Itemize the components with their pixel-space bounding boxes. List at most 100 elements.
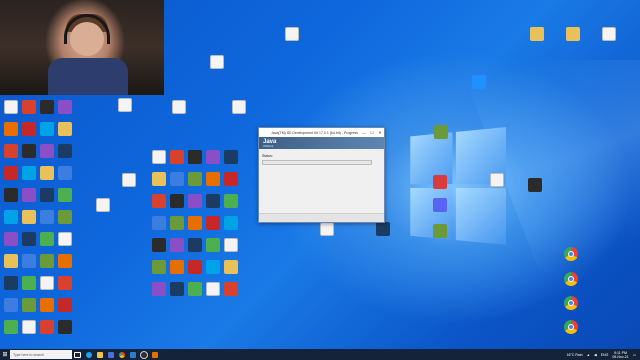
desktop-shortcut-icon[interactable] <box>22 254 36 268</box>
desktop-shortcut-icon[interactable] <box>22 144 36 158</box>
java-file-icon[interactable] <box>210 55 224 69</box>
folder-icon[interactable] <box>530 27 544 41</box>
desktop-shortcut-icon[interactable] <box>4 144 18 158</box>
desktop-shortcut-icon[interactable] <box>22 188 36 202</box>
desktop-shortcut-icon[interactable] <box>170 172 184 186</box>
desktop-shortcut-icon[interactable] <box>58 100 72 114</box>
java-file-icon[interactable] <box>96 198 110 212</box>
desktop-shortcut-icon[interactable] <box>170 260 184 274</box>
clock[interactable]: 9:11 PM 05-Nov-21 <box>612 351 628 359</box>
desktop-shortcut-icon[interactable] <box>224 238 238 252</box>
network-icon[interactable]: ▲ <box>587 353 590 357</box>
desktop-shortcut-icon[interactable] <box>170 194 184 208</box>
dialog-titlebar[interactable]: Java(TM) SE Development Kit 17.0.1 (64-b… <box>259 128 384 137</box>
rocket-icon[interactable] <box>433 175 447 189</box>
folder-icon[interactable] <box>566 27 580 41</box>
desktop-shortcut-icon[interactable] <box>58 210 72 224</box>
chat-app-icon[interactable] <box>472 75 486 89</box>
chrome-icon[interactable] <box>116 349 127 360</box>
mail-icon[interactable] <box>127 349 138 360</box>
desktop-shortcut-icon[interactable] <box>152 260 166 274</box>
java-file-icon[interactable] <box>602 27 616 41</box>
close-button[interactable]: ✕ <box>376 128 384 137</box>
discord-icon[interactable] <box>433 198 447 212</box>
java-file-icon[interactable] <box>285 27 299 41</box>
desktop-shortcut-icon[interactable] <box>206 238 220 252</box>
desktop-shortcut-icon[interactable] <box>188 260 202 274</box>
desktop-shortcut-icon[interactable] <box>58 276 72 290</box>
desktop-shortcut-icon[interactable] <box>40 100 54 114</box>
desktop-shortcut-icon[interactable] <box>4 254 18 268</box>
notification-icon[interactable]: ▭ <box>633 353 636 357</box>
desktop-shortcut-icon[interactable] <box>4 210 18 224</box>
desktop-shortcut-icon[interactable] <box>40 254 54 268</box>
desktop-shortcut-icon[interactable] <box>40 320 54 334</box>
desktop-shortcut-icon[interactable] <box>58 166 72 180</box>
desktop-shortcut-icon[interactable] <box>40 122 54 136</box>
desktop-shortcut-icon[interactable] <box>58 232 72 246</box>
java-installer-icon[interactable] <box>149 349 160 360</box>
desktop-shortcut-icon[interactable] <box>188 282 202 296</box>
desktop-shortcut-icon[interactable] <box>4 122 18 136</box>
desktop-shortcut-icon[interactable] <box>224 194 238 208</box>
desktop-shortcut-icon[interactable] <box>188 238 202 252</box>
language-indicator[interactable]: ENG <box>601 353 609 357</box>
maximize-button[interactable]: ☐ <box>368 128 376 137</box>
desktop-shortcut-icon[interactable] <box>22 166 36 180</box>
minimize-button[interactable]: — <box>360 128 368 137</box>
java-file-icon[interactable] <box>122 173 136 187</box>
java-file-icon[interactable] <box>232 100 246 114</box>
desktop-shortcut-icon[interactable] <box>152 216 166 230</box>
desktop-shortcut-icon[interactable] <box>188 150 202 164</box>
desktop-shortcut-icon[interactable] <box>58 122 72 136</box>
desktop-shortcut-icon[interactable] <box>22 298 36 312</box>
desktop-shortcut-icon[interactable] <box>22 210 36 224</box>
steam-icon[interactable] <box>376 222 390 236</box>
desktop-shortcut-icon[interactable] <box>22 100 36 114</box>
store-icon[interactable] <box>105 349 116 360</box>
file-explorer-icon[interactable] <box>94 349 105 360</box>
desktop-shortcut-icon[interactable] <box>22 320 36 334</box>
desktop-shortcut-icon[interactable] <box>22 276 36 290</box>
desktop-shortcut-icon[interactable] <box>224 282 238 296</box>
desktop-shortcut-icon[interactable] <box>206 194 220 208</box>
desktop-shortcut-icon[interactable] <box>40 144 54 158</box>
volume-icon[interactable]: ◀ <box>594 353 597 357</box>
desktop-shortcut-icon[interactable] <box>152 150 166 164</box>
desktop-shortcut-icon[interactable] <box>22 122 36 136</box>
desktop-shortcut-icon[interactable] <box>224 260 238 274</box>
desktop-shortcut-icon[interactable] <box>4 166 18 180</box>
minecraft-icon[interactable] <box>434 125 448 139</box>
desktop-shortcut-icon[interactable] <box>40 210 54 224</box>
edge-icon[interactable] <box>83 349 94 360</box>
desktop-shortcut-icon[interactable] <box>152 194 166 208</box>
java-file-icon[interactable] <box>172 100 186 114</box>
desktop-shortcut-icon[interactable] <box>58 320 72 334</box>
java-file-icon[interactable] <box>490 173 504 187</box>
weather-widget[interactable]: 16°C Rain <box>567 353 583 357</box>
desktop-shortcut-icon[interactable] <box>40 276 54 290</box>
desktop-shortcut-icon[interactable] <box>188 216 202 230</box>
desktop-shortcut-icon[interactable] <box>4 276 18 290</box>
obs-icon[interactable] <box>138 349 149 360</box>
desktop-shortcut-icon[interactable] <box>4 320 18 334</box>
java-file-icon[interactable] <box>118 98 132 112</box>
desktop-shortcut-icon[interactable] <box>170 282 184 296</box>
desktop-shortcut-icon[interactable] <box>4 100 18 114</box>
desktop-shortcut-icon[interactable] <box>170 216 184 230</box>
chrome-icon[interactable] <box>564 320 578 334</box>
desktop-shortcut-icon[interactable] <box>206 216 220 230</box>
desktop-shortcut-icon[interactable] <box>4 188 18 202</box>
desktop-shortcut-icon[interactable] <box>152 238 166 252</box>
installer-progress-dialog[interactable]: Java(TM) SE Development Kit 17.0.1 (64-b… <box>258 127 385 223</box>
desktop-shortcut-icon[interactable] <box>22 232 36 246</box>
desktop-shortcut-icon[interactable] <box>58 298 72 312</box>
desktop-shortcut-icon[interactable] <box>4 298 18 312</box>
start-button[interactable]: ⊞ <box>0 349 10 360</box>
desktop-shortcut-icon[interactable] <box>188 172 202 186</box>
chrome-icon[interactable] <box>564 296 578 310</box>
search-input[interactable]: Type here to search <box>10 350 72 359</box>
desktop-shortcut-icon[interactable] <box>206 150 220 164</box>
desktop-shortcut-icon[interactable] <box>206 172 220 186</box>
desktop-shortcut-icon[interactable] <box>40 298 54 312</box>
